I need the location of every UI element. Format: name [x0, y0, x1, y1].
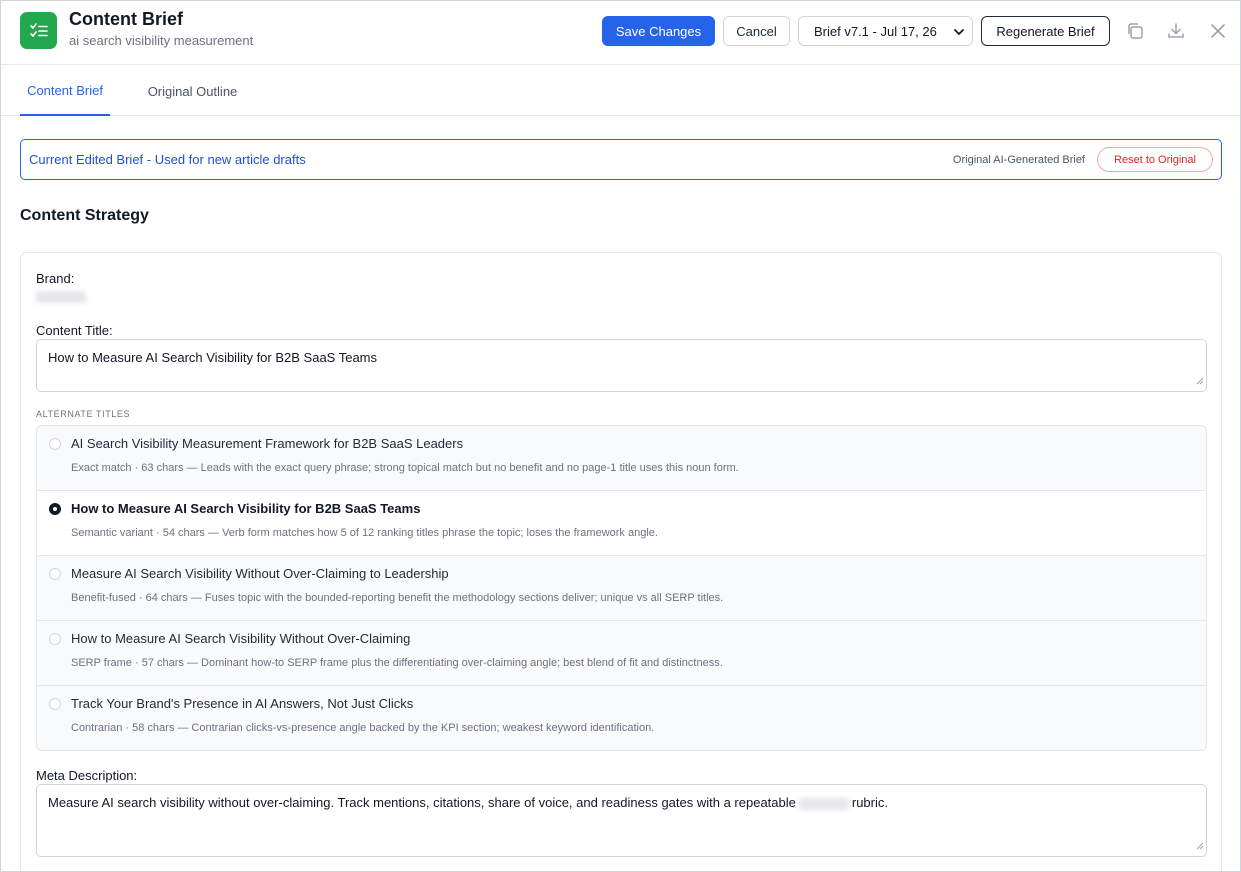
content-strategy-card: Brand: Content Title: How to Measure AI …	[20, 252, 1222, 871]
radio-button[interactable]	[49, 633, 61, 645]
content-title-value: How to Measure AI Search Visibility for …	[48, 350, 378, 365]
download-icon[interactable]	[1165, 20, 1187, 42]
page-subtitle: ai search visibility measurement	[69, 33, 254, 48]
alternate-titles-label: ALTERNATE TITLES	[36, 409, 131, 419]
copy-icon[interactable]	[1124, 20, 1146, 42]
save-changes-button[interactable]: Save Changes	[602, 16, 715, 46]
alternate-title-desc: SERP frame · 57 chars — Dominant how-to …	[71, 657, 723, 669]
version-select-value: Brief v7.1 - Jul 17, 26	[814, 23, 937, 39]
alternate-title-text: How to Measure AI Search Visibility for …	[71, 501, 421, 516]
cancel-button[interactable]: Cancel	[723, 16, 790, 46]
brand-value-redacted	[36, 291, 86, 303]
close-icon[interactable]	[1207, 20, 1229, 42]
brand-redacted	[798, 797, 849, 810]
meta-description-input[interactable]: Measure AI search visibility without ove…	[36, 784, 1207, 857]
resize-handle-icon[interactable]	[1195, 373, 1204, 389]
alternate-title-option[interactable]: How to Measure AI Search Visibility With…	[37, 621, 1206, 686]
meta-description-label: Meta Description:	[36, 768, 138, 783]
alternate-titles-list: AI Search Visibility Measurement Framewo…	[36, 425, 1207, 751]
alternate-title-desc: Benefit-fused · 64 chars — Fuses topic w…	[71, 592, 724, 604]
radio-button[interactable]	[49, 438, 61, 450]
radio-button-selected[interactable]	[49, 503, 61, 515]
tab-bar: Content Brief Original Outline	[1, 66, 1240, 116]
original-brief-label: Original AI-Generated Brief	[952, 154, 1085, 166]
tab-content-brief[interactable]: Content Brief	[20, 66, 110, 116]
alternate-title-option-selected[interactable]: How to Measure AI Search Visibility for …	[37, 491, 1206, 556]
regenerate-brief-button[interactable]: Regenerate Brief	[981, 16, 1110, 46]
radio-button[interactable]	[49, 698, 61, 710]
reset-to-original-button[interactable]: Reset to Original	[1097, 147, 1213, 172]
content-title-input[interactable]: How to Measure AI Search Visibility for …	[36, 339, 1207, 392]
page-title: Content Brief	[69, 9, 183, 29]
content-title-label: Content Title:	[36, 323, 113, 338]
alternate-title-option[interactable]: AI Search Visibility Measurement Framewo…	[37, 426, 1206, 491]
checklist-icon	[20, 12, 57, 49]
alternate-title-text: Measure AI Search Visibility Without Ove…	[71, 566, 449, 581]
alternate-title-desc: Exact match · 63 chars — Leads with the …	[71, 462, 739, 474]
current-brief-label: Current Edited Brief - Used for new arti…	[29, 152, 306, 167]
meta-description-text-end: rubric.	[851, 795, 888, 810]
alternate-title-desc: Contrarian · 58 chars — Contrarian click…	[71, 722, 655, 734]
chevron-down-icon	[953, 26, 965, 41]
meta-description-text: Measure AI search visibility without ove…	[48, 795, 796, 810]
content-brief-window: Content Brief ai search visibility measu…	[0, 0, 1241, 872]
radio-button[interactable]	[49, 568, 61, 580]
alternate-title-option[interactable]: Measure AI Search Visibility Without Ove…	[37, 556, 1206, 621]
resize-handle-icon[interactable]	[1195, 838, 1204, 854]
alternate-title-option[interactable]: Track Your Brand's Presence in AI Answer…	[37, 686, 1206, 750]
alternate-title-text: How to Measure AI Search Visibility With…	[71, 631, 411, 646]
header: Content Brief ai search visibility measu…	[1, 1, 1240, 65]
alternate-title-desc: Semantic variant · 54 chars — Verb form …	[71, 527, 658, 539]
brand-label: Brand:	[36, 271, 75, 286]
alternate-title-text: Track Your Brand's Presence in AI Answer…	[71, 696, 414, 711]
version-select[interactable]: Brief v7.1 - Jul 17, 26	[798, 16, 973, 46]
alternate-title-text: AI Search Visibility Measurement Framewo…	[71, 436, 464, 451]
tab-original-outline[interactable]: Original Outline	[140, 66, 245, 116]
section-title: Content Strategy	[20, 207, 149, 224]
brief-status-banner: Current Edited Brief - Used for new arti…	[20, 139, 1222, 180]
